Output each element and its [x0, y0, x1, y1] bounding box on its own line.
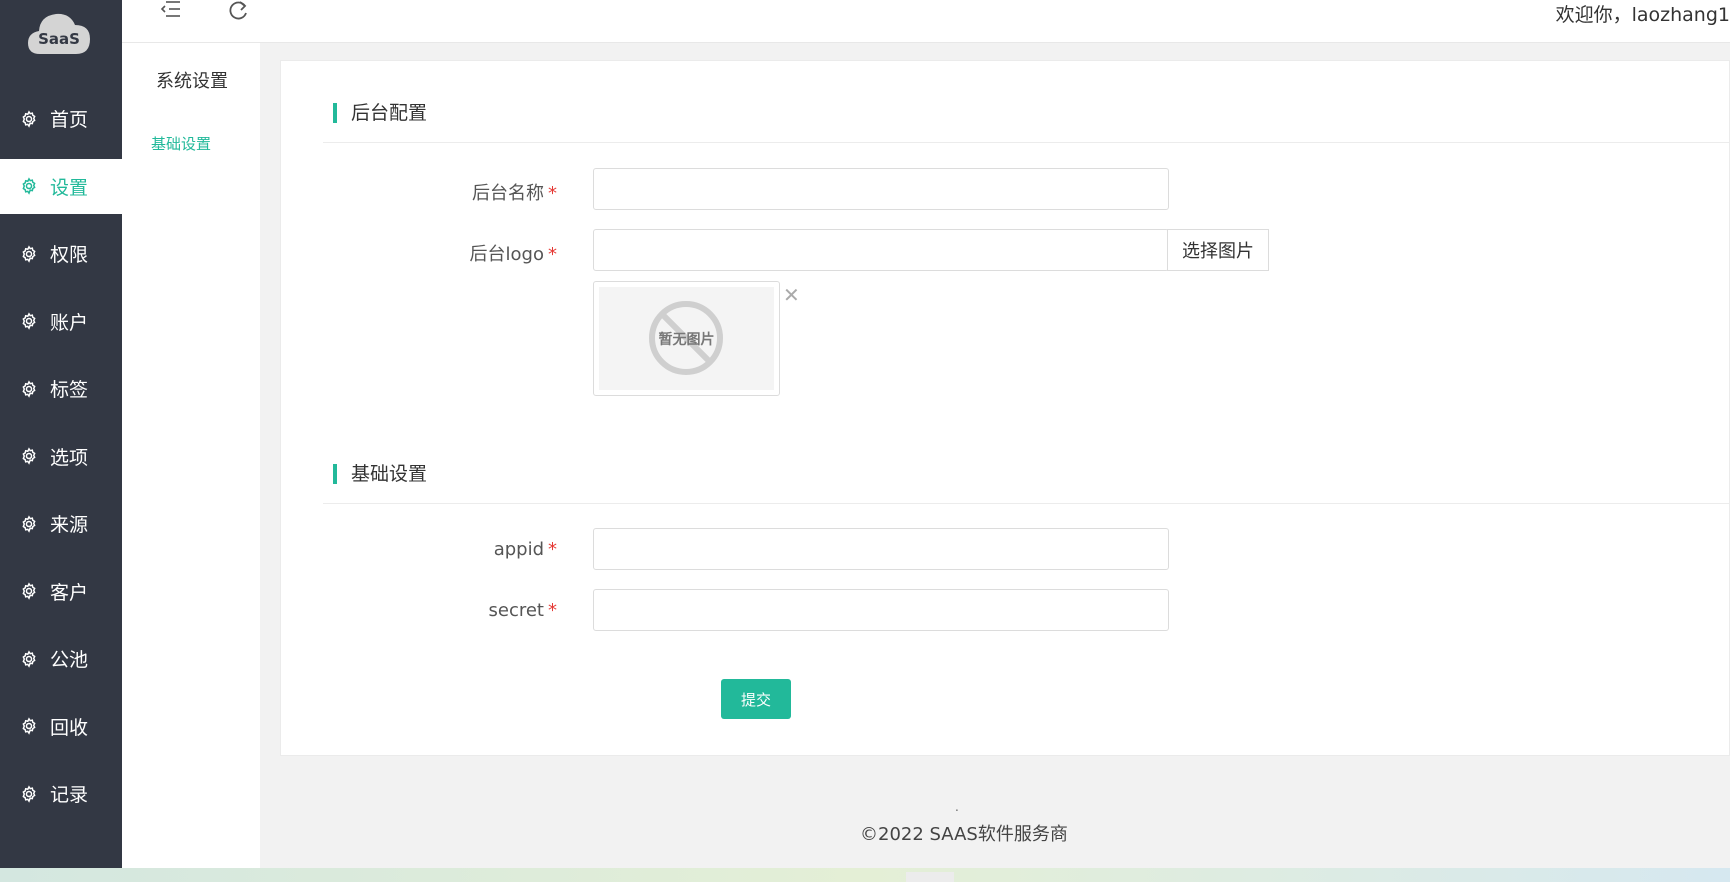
footer-copyright: ©2022 SAAS软件服务商 [860, 824, 1068, 845]
gear-icon [22, 582, 36, 600]
section-divider [323, 142, 1729, 143]
backend-name-label: 后台名称 * [472, 183, 557, 204]
appid-input[interactable] [593, 528, 1169, 570]
settings-form-card: 后台配置 后台名称 * 后台logo * 选择图片 暂无图片 ✕ 基础设置 appi… [280, 60, 1730, 756]
footer-dot: . [955, 800, 959, 814]
backend-name-input[interactable] [593, 168, 1169, 210]
required-mark: * [548, 183, 557, 204]
sidebar-item-home[interactable]: 首页 [0, 91, 122, 146]
required-mark: * [548, 539, 557, 560]
sidebar: SaaS 首页设置权限账户标签选项来源客户公池回收记录 [0, 0, 122, 868]
gear-icon [22, 379, 36, 398]
gear-icon [22, 177, 36, 195]
sidebar-item-records[interactable]: 记录 [0, 766, 122, 821]
sidebar-item-recycle[interactable]: 回收 [0, 699, 122, 754]
sidebar-item-label: 来源 [50, 514, 89, 536]
secret-label: secret * [488, 600, 558, 621]
sidebar-item-label: 公池 [50, 649, 89, 671]
gear-icon [22, 447, 36, 465]
sidebar-item-accounts[interactable]: 账户 [0, 294, 122, 349]
gear-icon [22, 244, 36, 263]
gear-icon [22, 312, 36, 330]
gear-icon [22, 514, 36, 533]
sidebar-item-label: 权限 [50, 244, 89, 266]
sidebar-item-permissions[interactable]: 权限 [0, 226, 122, 281]
submit-button[interactable]: 提交 [721, 679, 791, 719]
taskbar [0, 868, 1730, 882]
logo-preview: 暂无图片 [593, 281, 780, 396]
no-image-placeholder: 暂无图片 [599, 287, 774, 390]
close-icon[interactable]: ✕ [783, 283, 800, 307]
section-title-basic: 基础设置 [333, 464, 427, 484]
sidebar-item-label: 选项 [50, 446, 89, 469]
sidebar-item-options[interactable]: 选项 [0, 429, 122, 484]
section-title-backend: 后台配置 [333, 103, 427, 123]
required-mark: * [548, 600, 557, 621]
backend-logo-label: 后台logo * [469, 244, 557, 265]
submenu-title: 系统设置 [156, 71, 228, 92]
section-divider [323, 503, 1729, 504]
logo-text: SaaS [38, 30, 80, 48]
submenu-item-basic-settings[interactable]: 基础设置 [151, 133, 211, 154]
sidebar-item-public-pool[interactable]: 公池 [0, 631, 122, 686]
sidebar-item-settings[interactable]: 设置 [0, 158, 122, 214]
sidebar-item-label: 账户 [50, 311, 89, 334]
sidebar-item-label: 设置 [50, 176, 89, 199]
gear-icon [22, 717, 36, 735]
sidebar-item-label: 客户 [50, 581, 89, 604]
no-image-text: 暂无图片 [658, 332, 715, 348]
backend-logo-input[interactable] [593, 229, 1169, 271]
taskbar-tab[interactable] [906, 872, 954, 882]
refresh-icon[interactable] [228, 0, 252, 22]
welcome-text[interactable]: 欢迎你，laozhang1 [1556, 0, 1730, 27]
choose-image-button[interactable]: 选择图片 [1167, 229, 1269, 271]
appid-label: appid * [493, 539, 557, 560]
menu-collapse-icon[interactable] [160, 0, 184, 22]
gear-icon [22, 784, 36, 803]
sidebar-item-customers[interactable]: 客户 [0, 564, 122, 619]
gear-icon [22, 649, 36, 668]
top-bar: 欢迎你，laozhang1 [122, 0, 1730, 43]
sidebar-item-label: 标签 [50, 379, 89, 401]
sidebar-item-label: 回收 [50, 716, 89, 739]
saas-logo: SaaS [26, 8, 92, 56]
sidebar-item-label: 记录 [50, 784, 89, 806]
submenu-panel: 系统设置 基础设置 [122, 43, 260, 868]
sidebar-item-tags[interactable]: 标签 [0, 361, 122, 416]
sidebar-item-sources[interactable]: 来源 [0, 496, 122, 551]
secret-input[interactable] [593, 589, 1169, 631]
required-mark: * [548, 244, 557, 265]
sidebar-item-label: 首页 [50, 109, 89, 131]
gear-icon [22, 109, 36, 128]
